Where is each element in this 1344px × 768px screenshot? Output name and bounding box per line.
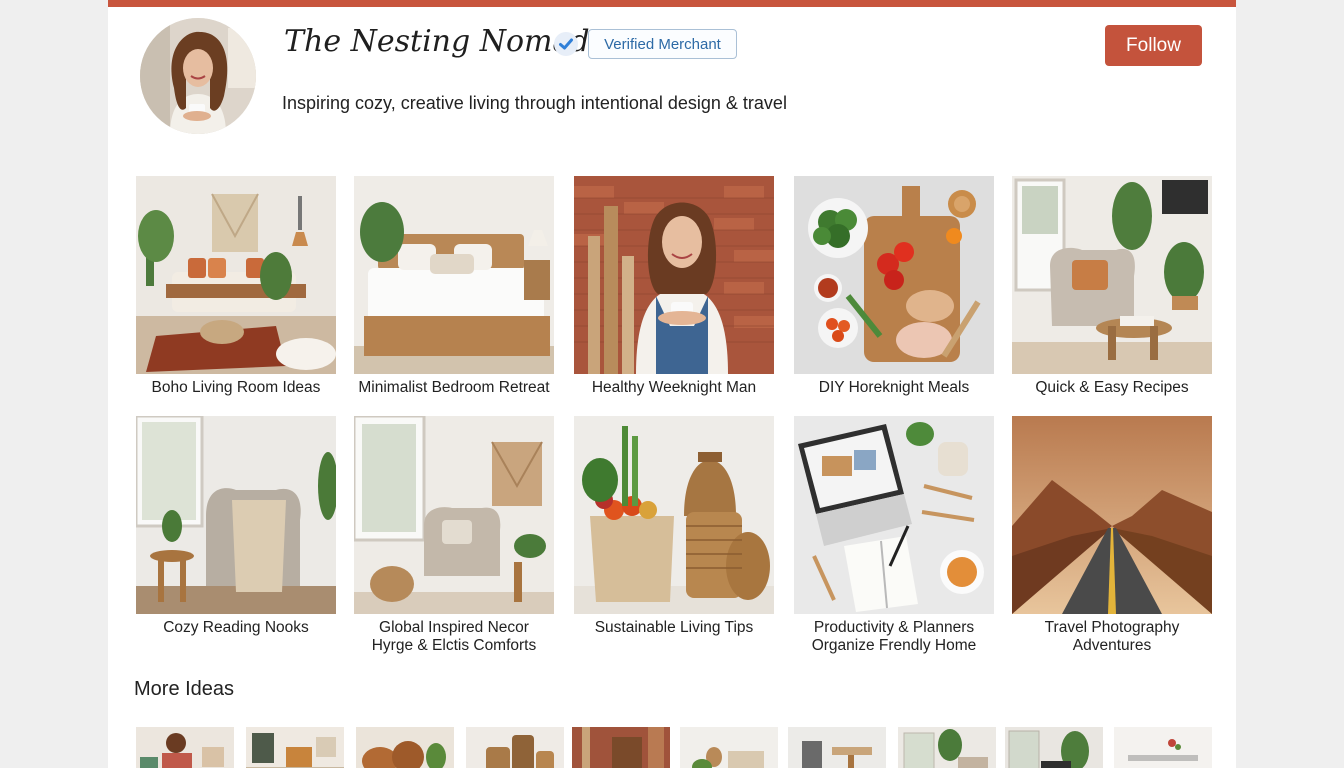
profile-tagline: Inspiring cozy, creative living through … — [282, 93, 787, 113]
board-tile[interactable]: Sustainable Living Tips — [574, 416, 774, 637]
board-tile[interactable]: Boho Living Room Ideas — [136, 176, 336, 397]
board-title: Travel Photography Adventures — [1012, 619, 1212, 655]
board-title: Boho Living Room Ideas — [136, 379, 336, 397]
board-title: Healthy Weeknight Man — [574, 379, 774, 397]
accent-bar — [108, 0, 1236, 7]
board-tile[interactable]: Healthy Weeknight Man — [574, 176, 774, 397]
board-title: Global Inspired Necor Hyrge & Elctis Com… — [354, 619, 554, 655]
board-title: DIY Horeknight Meals — [794, 379, 994, 397]
board-title-line: Productivity & Planners — [813, 619, 975, 636]
board-title-line: Cozy Reading Nooks — [163, 619, 309, 636]
board-title: Productivity & Planners Organize Frendly… — [794, 619, 994, 655]
more-ideas-thumb[interactable] — [572, 727, 670, 768]
board-title-line: Global Inspired Necor — [379, 619, 529, 636]
board-title-line: Travel Photography — [1044, 619, 1180, 636]
board-tile[interactable]: DIY Horeknight Meals — [794, 176, 994, 397]
more-ideas-thumb[interactable] — [466, 727, 564, 768]
board-tile[interactable]: Travel Photography Adventures — [1012, 416, 1212, 655]
more-ideas-thumb[interactable] — [680, 727, 778, 768]
board-title-line: DIY Horeknight Meals — [818, 379, 970, 396]
more-ideas-thumb[interactable] — [898, 727, 996, 768]
more-ideas-thumb[interactable] — [136, 727, 234, 768]
verified-check-icon — [554, 32, 578, 56]
board-tile[interactable]: Quick & Easy Recipes — [1012, 176, 1212, 397]
board-title-line: Adventures — [1072, 637, 1152, 654]
board-image[interactable] — [794, 416, 994, 614]
profile-card: The Nesting Nomad Verified Merchant Foll… — [108, 0, 1236, 768]
board-image[interactable] — [794, 176, 994, 374]
avatar[interactable] — [140, 18, 256, 134]
board-title-line: Minimalist Bedroom Retreat — [358, 379, 550, 396]
board-title: Quick & Easy Recipes — [1012, 379, 1212, 397]
board-title-line: Boho Living Room Ideas — [151, 379, 321, 396]
more-ideas-thumb[interactable] — [356, 727, 454, 768]
board-title: Cozy Reading Nooks — [136, 619, 336, 637]
board-image[interactable] — [574, 416, 774, 614]
board-tile[interactable]: Cozy Reading Nooks — [136, 416, 336, 637]
board-tile[interactable]: Global Inspired Necor Hyrge & Elctis Com… — [354, 416, 554, 655]
more-ideas-heading: More Ideas — [134, 678, 235, 700]
board-title-line: Sustainable Living Tips — [594, 619, 754, 636]
profile-name: The Nesting Nomad — [284, 24, 590, 59]
board-title-line: Hyrge & Elctis Comforts — [371, 637, 537, 654]
board-title: Minimalist Bedroom Retreat — [354, 379, 554, 397]
more-ideas-thumb[interactable] — [246, 727, 344, 768]
board-title-line: Quick & Easy Recipes — [1035, 379, 1189, 396]
board-image[interactable] — [1012, 176, 1212, 374]
board-image[interactable] — [1012, 416, 1212, 614]
board-image[interactable] — [354, 416, 554, 614]
board-tile[interactable]: Minimalist Bedroom Retreat — [354, 176, 554, 397]
follow-button[interactable]: Follow — [1105, 25, 1202, 66]
more-ideas-thumb[interactable] — [1114, 727, 1212, 768]
verified-merchant-badge: Verified Merchant — [588, 29, 737, 59]
board-title: Sustainable Living Tips — [574, 619, 774, 637]
more-ideas-thumb[interactable] — [788, 727, 886, 768]
board-title-line: Organize Frendly Home — [811, 637, 977, 654]
more-ideas-thumb[interactable] — [1005, 727, 1103, 768]
board-image[interactable] — [136, 416, 336, 614]
board-image[interactable] — [136, 176, 336, 374]
board-tile[interactable]: Productivity & Planners Organize Frendly… — [794, 416, 994, 655]
board-title-line: Healthy Weeknight Man — [591, 379, 757, 396]
board-image[interactable] — [574, 176, 774, 374]
board-image[interactable] — [354, 176, 554, 374]
